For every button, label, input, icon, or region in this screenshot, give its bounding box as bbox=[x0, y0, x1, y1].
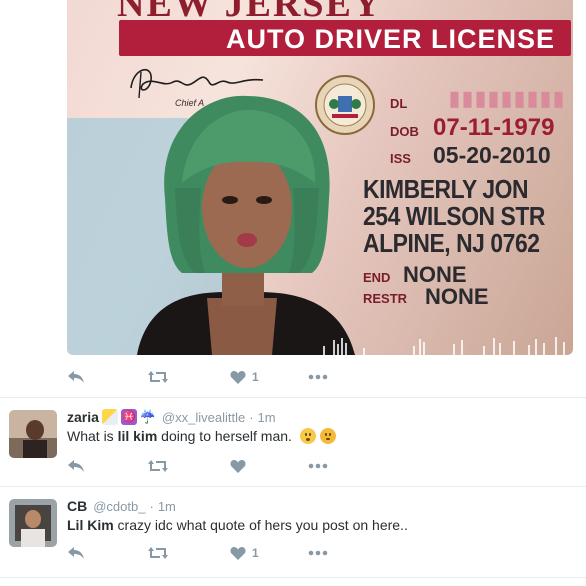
tweet: CB @cdotb_ · 1m Lil Kim crazy idc what q… bbox=[0, 487, 586, 577]
tweet-actions: 1 bbox=[67, 543, 367, 563]
waveform-graphic bbox=[323, 337, 565, 355]
tweet-text: Lil Kim crazy idc what quote of hers you… bbox=[67, 517, 408, 533]
end-label: END bbox=[363, 270, 391, 285]
more-button[interactable] bbox=[308, 543, 328, 563]
like-button[interactable]: 1 bbox=[230, 367, 259, 387]
user-name[interactable]: zaria bbox=[67, 409, 99, 425]
like-count: 1 bbox=[252, 546, 259, 560]
like-icon bbox=[230, 547, 246, 560]
more-icon bbox=[308, 463, 328, 469]
more-button[interactable] bbox=[308, 456, 328, 476]
retweet-button[interactable] bbox=[147, 456, 169, 476]
restr-label: RESTR bbox=[363, 291, 408, 306]
divider bbox=[0, 577, 586, 578]
avatar[interactable] bbox=[9, 410, 57, 458]
reply-icon bbox=[68, 547, 84, 559]
sun-cloud-emoji-icon bbox=[101, 409, 118, 425]
portrait-graphic bbox=[137, 95, 355, 355]
tweet-text-part: crazy idc what quote of hers you post on… bbox=[113, 517, 408, 533]
reply-icon bbox=[68, 460, 84, 472]
retweet-icon bbox=[148, 371, 168, 383]
more-button[interactable] bbox=[308, 367, 328, 387]
reply-icon bbox=[68, 371, 84, 383]
surprised-face-emoji-icon bbox=[299, 428, 316, 444]
tweet-timestamp[interactable]: 1m bbox=[158, 499, 176, 514]
tweet-photo[interactable]: NEW JERSEY AUTO DRIVER LICENSE Chief A D… bbox=[67, 0, 573, 355]
like-button[interactable]: 1 bbox=[230, 543, 259, 563]
retweet-button[interactable] bbox=[147, 543, 169, 563]
license-banner-text: AUTO DRIVER LICENSE bbox=[225, 24, 555, 54]
tweet-header: zaria ♓ ☔ @xx_livealittle · 1m bbox=[67, 409, 276, 425]
timeline: NEW JERSEY AUTO DRIVER LICENSE Chief A D… bbox=[0, 0, 586, 586]
disappointed-face-emoji-icon bbox=[319, 428, 336, 444]
tweet: zaria ♓ ☔ @xx_livealittle · 1m What is l… bbox=[0, 398, 586, 486]
reply-button[interactable] bbox=[67, 367, 85, 387]
user-handle[interactable]: @xx_livealittle bbox=[162, 410, 245, 425]
avatar[interactable] bbox=[9, 499, 57, 547]
restr-value: NONE bbox=[425, 284, 489, 309]
iss-label: ISS bbox=[390, 151, 411, 166]
tweet-text-part: What is bbox=[67, 428, 118, 444]
like-count: 1 bbox=[252, 370, 259, 384]
dob-label: DOB bbox=[390, 124, 419, 139]
holder-address-line2: ALPINE, NJ 0762 bbox=[363, 228, 540, 258]
like-icon bbox=[230, 371, 246, 384]
avatar-graphic bbox=[9, 410, 57, 458]
tweet-actions bbox=[67, 456, 367, 476]
dl-label: DL bbox=[390, 96, 408, 111]
tweet-text-part: doing to herself man. bbox=[157, 428, 292, 444]
tweet-text: What is lil kim doing to herself man. bbox=[67, 428, 336, 444]
tweet-text-keyword: lil kim bbox=[117, 428, 158, 444]
retweet-icon bbox=[148, 547, 168, 559]
like-button[interactable] bbox=[230, 456, 252, 476]
dl-number-redacted: ▮▮▮▮▮▮▮▮▮ bbox=[449, 88, 567, 110]
tweet-header: CB @cdotb_ · 1m bbox=[67, 498, 176, 514]
retweet-icon bbox=[148, 460, 168, 472]
more-icon bbox=[308, 550, 328, 556]
like-icon bbox=[230, 460, 246, 473]
user-name[interactable]: CB bbox=[67, 498, 87, 514]
avatar-graphic bbox=[9, 499, 57, 547]
umbrella-emoji-icon: ☔ bbox=[139, 409, 157, 425]
pisces-emoji-icon: ♓ bbox=[120, 409, 137, 425]
reply-button[interactable] bbox=[67, 543, 85, 563]
tweet-text-keyword: Lil Kim bbox=[67, 517, 114, 533]
retweet-button[interactable] bbox=[147, 367, 169, 387]
reply-button[interactable] bbox=[67, 456, 85, 476]
user-handle[interactable]: @cdotb_ bbox=[93, 499, 145, 514]
separator-dot: · bbox=[249, 409, 254, 425]
dob-value: 07-11-1979 bbox=[433, 114, 555, 141]
more-icon bbox=[308, 374, 328, 380]
iss-value: 05-20-2010 bbox=[433, 142, 551, 168]
license-banner: AUTO DRIVER LICENSE bbox=[119, 20, 571, 56]
separator-dot: · bbox=[149, 498, 154, 514]
tweet-actions: 1 bbox=[67, 367, 367, 387]
tweet-timestamp[interactable]: 1m bbox=[258, 410, 276, 425]
